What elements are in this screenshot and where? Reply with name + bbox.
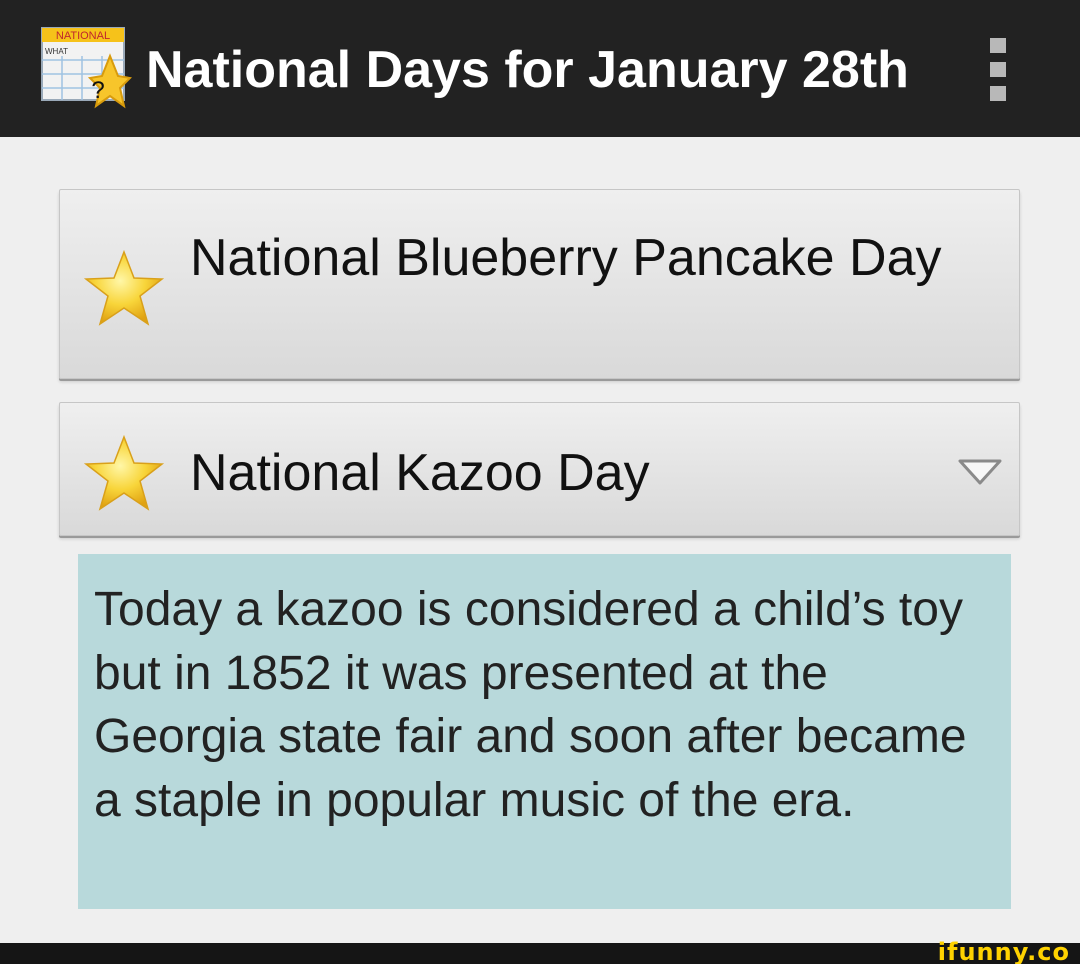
app-icon-question: ? [91,77,104,104]
day-title: National Kazoo Day [190,444,650,502]
star-icon [82,248,166,328]
national-day-item[interactable]: National Kazoo Day [59,402,1020,536]
bottom-bar [0,943,1080,964]
action-bar: NATIONAL WHAT ? National Days for Januar… [0,0,1080,137]
watermark-logo: ifunny.co [937,938,1070,964]
national-day-item[interactable]: National Blueberry Pancake Day [59,189,1020,379]
app-icon-subtext: WHAT [45,47,68,56]
app-calendar-icon[interactable]: NATIONAL WHAT ? [40,26,133,110]
day-description: Today a kazoo is considered a child’s to… [94,583,967,827]
star-icon [82,433,166,513]
app-icon-banner: NATIONAL [56,30,110,42]
day-title: National Blueberry Pancake Day [190,229,942,287]
overflow-menu-icon[interactable] [970,30,1026,108]
day-description-panel: Today a kazoo is considered a child’s to… [78,554,1011,909]
chevron-down-icon[interactable] [956,457,1004,487]
app-title: National Days for January 28th [146,41,909,99]
